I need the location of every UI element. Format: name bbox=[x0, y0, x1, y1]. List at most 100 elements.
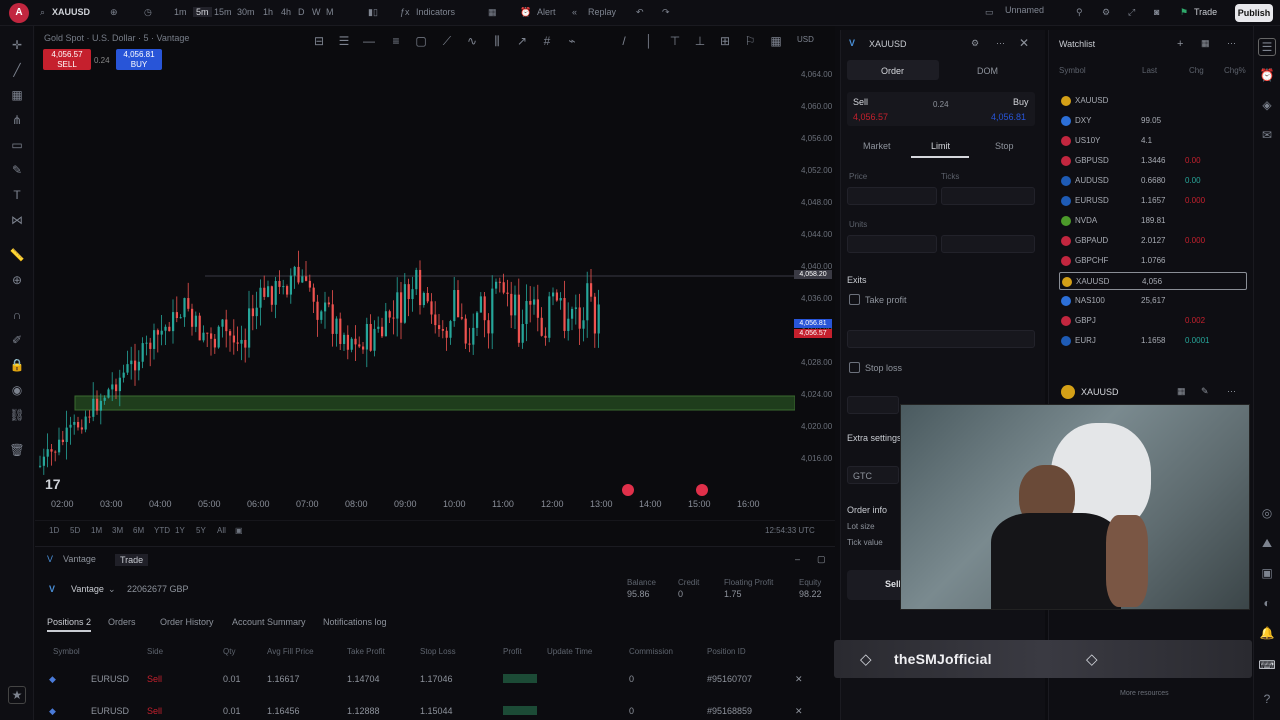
layout-name[interactable]: Unnamed bbox=[1005, 5, 1044, 15]
zoom-icon[interactable]: ⊕ bbox=[8, 271, 26, 289]
path-icon[interactable]: ⌁ bbox=[563, 32, 581, 50]
watchlist-row[interactable]: XAUUSD 4,056 bbox=[1059, 272, 1247, 290]
gift-icon[interactable]: ⌨ bbox=[1258, 656, 1276, 674]
take-profit-input[interactable] bbox=[847, 330, 1035, 348]
trend-line-icon[interactable]: ╱ bbox=[8, 61, 26, 79]
subtab-positions[interactable]: Positions 2 bbox=[47, 617, 92, 632]
watchlist-row[interactable]: AUDUSD 0.6680 0.00 bbox=[1059, 172, 1247, 190]
buy-quick-button[interactable]: 4,056.81 BUY bbox=[116, 49, 162, 70]
take-profit-label[interactable]: Take profit bbox=[865, 295, 907, 305]
col-last[interactable]: Last bbox=[1142, 66, 1157, 75]
position-symbol[interactable]: EURUSD bbox=[91, 706, 129, 716]
hline-icon[interactable]: — bbox=[360, 32, 378, 50]
tab-order[interactable]: Order bbox=[881, 66, 904, 76]
timeframe-5m[interactable]: 5m bbox=[193, 7, 212, 17]
fullscreen-icon[interactable]: ⤢ bbox=[1128, 7, 1135, 18]
col-commission[interactable]: Commission bbox=[629, 647, 673, 656]
tab-vantage[interactable]: Vantage bbox=[63, 554, 96, 564]
ideas-icon[interactable]: ◐ bbox=[1258, 594, 1276, 612]
watchlist-title[interactable]: Watchlist bbox=[1059, 39, 1095, 49]
watchlist-row[interactable]: GBPUSD 1.3446 0.00 bbox=[1059, 152, 1247, 170]
eye-icon[interactable]: ◉ bbox=[8, 381, 26, 399]
watchlist-layout-icon[interactable]: ▦ bbox=[1201, 38, 1210, 49]
watchlist-row[interactable]: EURJ 1.1658 0.0001 bbox=[1059, 332, 1247, 350]
camera-icon[interactable]: ◙ bbox=[1154, 7, 1159, 17]
stop-loss-label[interactable]: Stop loss bbox=[865, 363, 902, 373]
lines-icon[interactable]: ☰ bbox=[335, 32, 353, 50]
bars-icon[interactable]: ⫼ bbox=[488, 32, 506, 50]
alert-button[interactable]: Alert bbox=[537, 7, 556, 17]
minimize-icon[interactable]: – bbox=[795, 554, 800, 564]
ruler-icon[interactable]: 📏 bbox=[8, 246, 26, 264]
event-marker-icon[interactable] bbox=[696, 484, 708, 496]
magnet-icon[interactable]: ∩ bbox=[8, 306, 26, 324]
list-icon[interactable]: ≡ bbox=[387, 32, 405, 50]
sell-label[interactable]: Sell bbox=[853, 97, 868, 107]
range-5d[interactable]: 5D bbox=[70, 526, 80, 535]
wave-icon[interactable]: ∿ bbox=[463, 32, 481, 50]
range-all[interactable]: All bbox=[217, 526, 226, 535]
interval-icon[interactable]: ◷ bbox=[144, 7, 152, 18]
chart-pane[interactable] bbox=[35, 26, 835, 546]
price-chart[interactable] bbox=[35, 46, 795, 516]
quick-search-icon[interactable]: ⚲ bbox=[1076, 7, 1083, 18]
redo-icon[interactable]: ↷ bbox=[662, 7, 670, 18]
indicators-button[interactable]: Indicators bbox=[416, 7, 455, 17]
range-1y[interactable]: 1Y bbox=[175, 526, 185, 535]
range-5y[interactable]: 5Y bbox=[196, 526, 206, 535]
col-side[interactable]: Side bbox=[147, 647, 163, 656]
col-profit[interactable]: Profit bbox=[503, 647, 522, 656]
col-qty[interactable]: Qty bbox=[223, 647, 235, 656]
stop-loss-checkbox[interactable] bbox=[849, 362, 860, 373]
table-icon[interactable]: ▦ bbox=[767, 32, 785, 50]
lock-icon[interactable]: 🔒 bbox=[8, 356, 26, 374]
timeframe-15m[interactable]: 15m bbox=[214, 7, 232, 17]
brush-icon[interactable]: ✎ bbox=[8, 161, 26, 179]
range-1d[interactable]: 1D bbox=[49, 526, 59, 535]
more-icon[interactable]: ⋯ bbox=[996, 38, 1005, 49]
vline-icon[interactable]: │ bbox=[640, 32, 658, 50]
trade-icon[interactable]: ⚑ bbox=[1180, 7, 1188, 18]
chevron-down-icon[interactable]: ⌄ bbox=[108, 584, 116, 595]
watchlist-row[interactable]: NAS100 25,617 bbox=[1059, 292, 1247, 310]
trash-icon[interactable]: 🗑 bbox=[8, 441, 26, 459]
event-marker-icon[interactable] bbox=[622, 484, 634, 496]
replay-icon[interactable]: « bbox=[572, 7, 577, 17]
timeframe-m[interactable]: M bbox=[326, 7, 334, 17]
subtab-notifications[interactable]: Notifications log bbox=[323, 617, 387, 627]
range-1m[interactable]: 1M bbox=[91, 526, 102, 535]
alerts-icon[interactable]: ⏰ bbox=[1258, 66, 1276, 84]
tab-dom[interactable]: DOM bbox=[977, 66, 998, 76]
col-chg-pct[interactable]: Chg% bbox=[1224, 66, 1246, 75]
watchlist-row[interactable]: NVDA 189.81 bbox=[1059, 212, 1247, 230]
symbol-search[interactable]: XAUUSD bbox=[52, 7, 90, 17]
col-symbol[interactable]: Symbol bbox=[53, 647, 80, 656]
anchor-icon[interactable]: ⊥ bbox=[691, 32, 709, 50]
units-stepper[interactable] bbox=[941, 235, 1035, 253]
watchlist-icon[interactable]: ☰ bbox=[1258, 38, 1276, 56]
close-position-icon[interactable]: ✕ bbox=[795, 706, 803, 717]
align-icon[interactable]: ⊟ bbox=[310, 32, 328, 50]
target-icon[interactable]: ◎ bbox=[1258, 504, 1276, 522]
col-avg-fill-price[interactable]: Avg Fill Price bbox=[267, 647, 314, 656]
templates-icon[interactable]: ▦ bbox=[488, 7, 497, 18]
settings-icon[interactable]: ⚙ bbox=[971, 38, 979, 49]
chat-icon[interactable]: ✉ bbox=[1258, 126, 1276, 144]
watchlist-row[interactable]: US10Y 4.1 bbox=[1059, 132, 1247, 150]
help-icon[interactable]: ? bbox=[1258, 690, 1276, 708]
watchlist-row[interactable]: DXY 99.05 bbox=[1059, 112, 1247, 130]
maximize-icon[interactable]: ▢ bbox=[817, 554, 826, 565]
timeframe-30m[interactable]: 30m bbox=[237, 7, 255, 17]
detail-grid-icon[interactable]: ▦ bbox=[1177, 386, 1186, 397]
col-update-time[interactable]: Update Time bbox=[547, 647, 592, 656]
range-ytd[interactable]: YTD bbox=[154, 526, 170, 535]
time-axis[interactable]: 02:00 03:00 04:00 05:00 06:00 07:00 08:00 09:00… bbox=[35, 499, 815, 515]
close-position-icon[interactable]: ✕ bbox=[795, 674, 803, 685]
compare-icon[interactable]: ⊕ bbox=[110, 7, 118, 18]
type-market[interactable]: Market bbox=[863, 141, 891, 151]
pin-icon[interactable]: ⊤ bbox=[666, 32, 684, 50]
calendar-icon[interactable]: ▣ bbox=[1258, 564, 1276, 582]
ticks-input[interactable] bbox=[941, 187, 1035, 205]
data-window-icon[interactable]: ◈ bbox=[1258, 96, 1276, 114]
units-input[interactable] bbox=[847, 235, 937, 253]
